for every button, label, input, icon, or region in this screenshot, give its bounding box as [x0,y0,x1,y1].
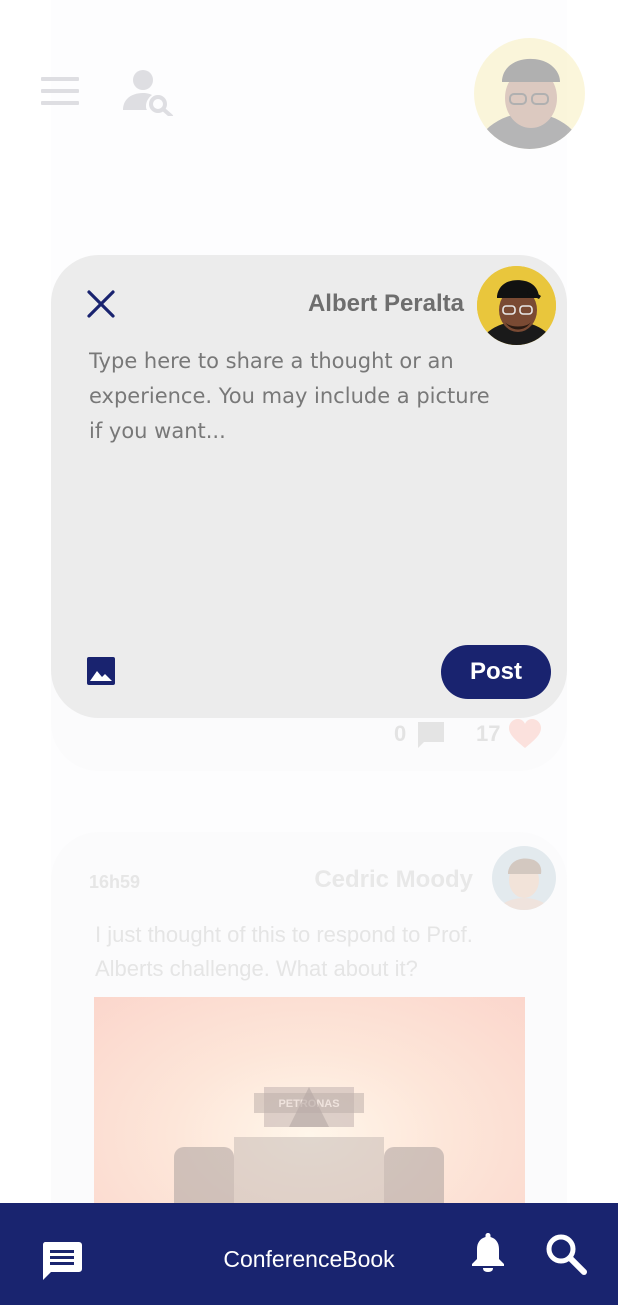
post-timestamp: 16h59 [89,872,141,892]
comment-count: 0 [394,721,407,746]
post-author-avatar[interactable] [492,846,556,910]
post-button[interactable]: Post [441,645,551,699]
post-image[interactable]: PETRONAS [94,997,525,1227]
post-text: I just thought of this to respond to Pro… [95,922,473,981]
app-title: ConferenceBook [223,1246,395,1272]
like-count: 17 [476,721,501,746]
image-icon[interactable] [86,656,116,686]
hamburger-icon[interactable] [41,77,79,107]
close-icon[interactable] [86,289,116,319]
compose-author-name: Albert Peralta [307,290,464,317]
heart-icon[interactable] [508,718,542,750]
comment-icon[interactable] [416,720,446,750]
compose-author-avatar [477,266,556,345]
user-avatar[interactable] [474,38,585,149]
search-icon[interactable] [544,1232,588,1276]
post-author-name[interactable]: Cedric Moody [314,866,473,894]
person-search-icon[interactable] [121,66,175,116]
bell-icon[interactable] [468,1230,508,1272]
compose-text-input[interactable] [89,344,509,624]
